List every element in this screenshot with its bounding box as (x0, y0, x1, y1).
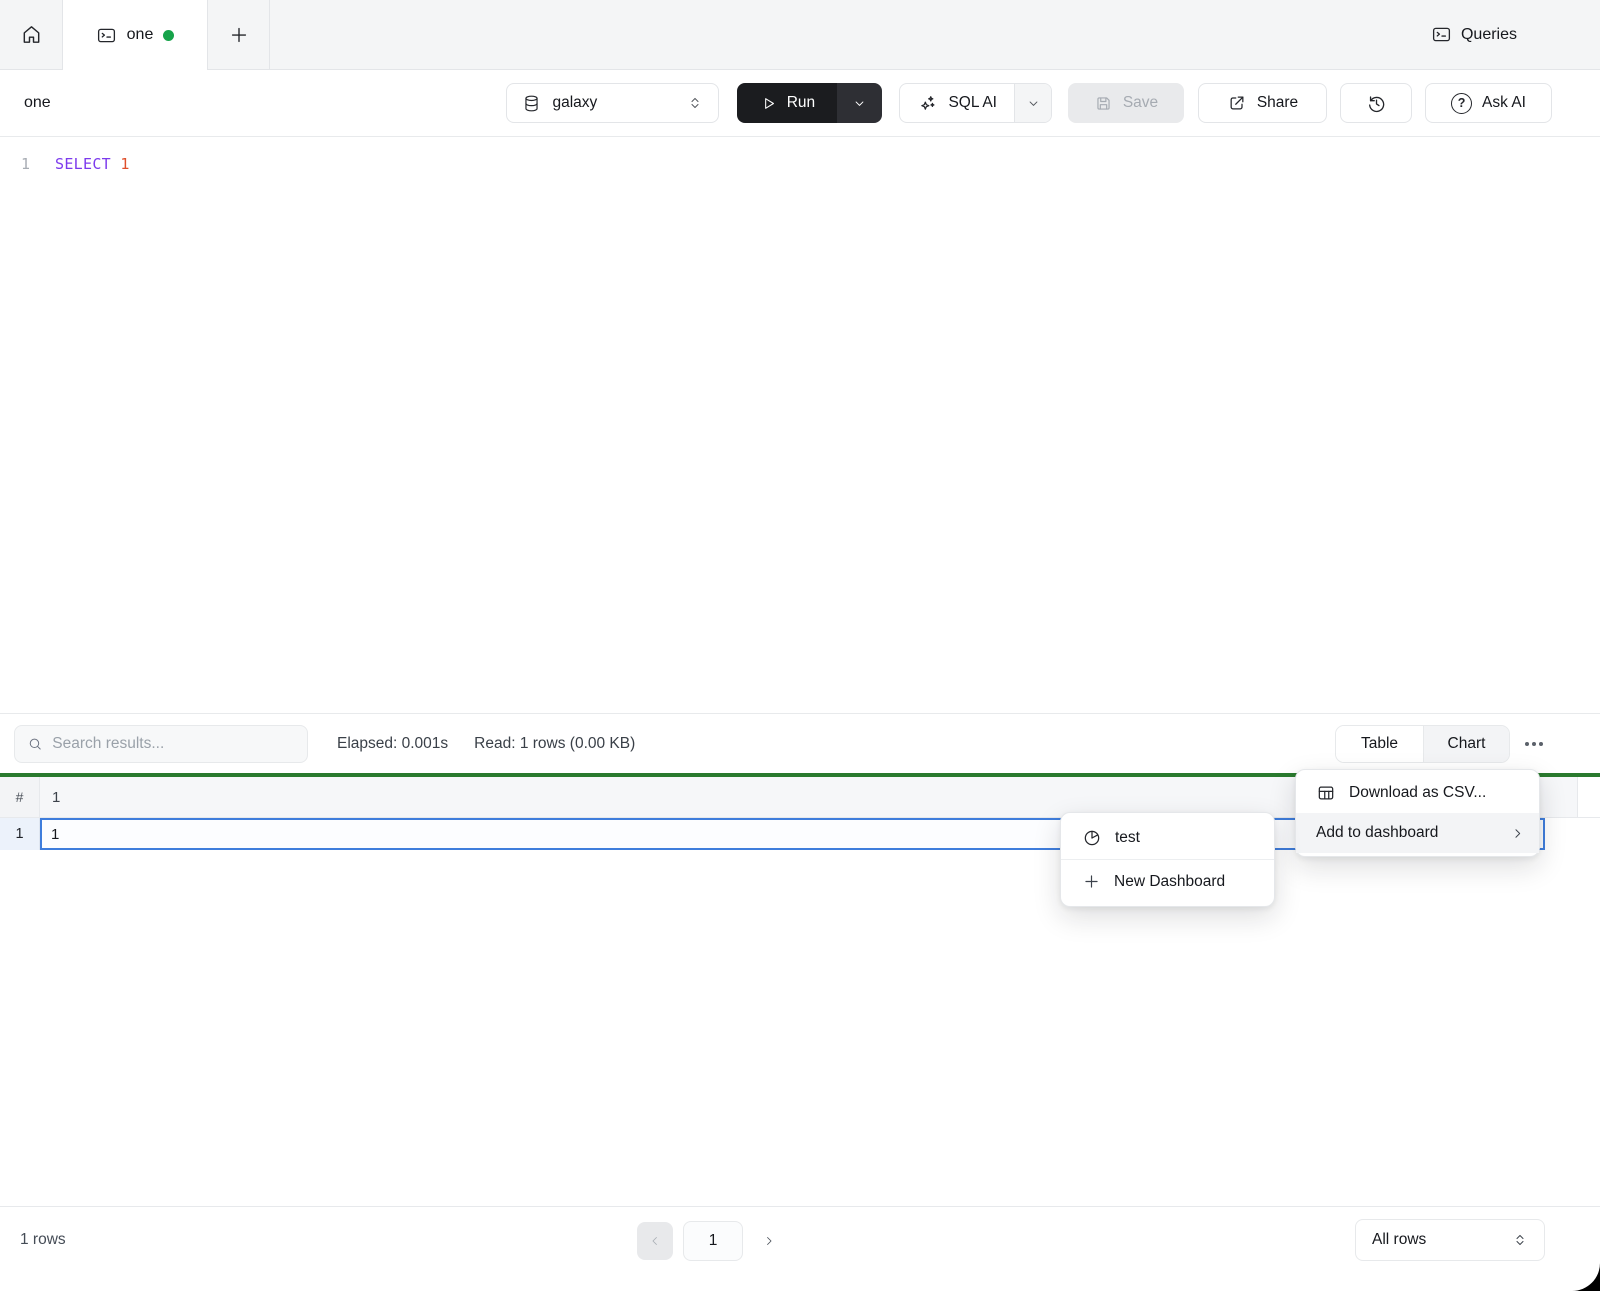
more-options-button[interactable] (1523, 736, 1545, 752)
submenu-item-new-dashboard[interactable]: New Dashboard (1061, 860, 1274, 903)
pie-chart-icon (1082, 828, 1102, 848)
share-label: Share (1257, 94, 1298, 112)
save-button[interactable]: Save (1068, 83, 1184, 123)
sql-ai-label: SQL AI (948, 94, 997, 112)
home-button[interactable] (0, 0, 63, 70)
search-results-box (14, 725, 308, 763)
grid-empty-area (0, 850, 1600, 1206)
tab-label: one (127, 26, 154, 44)
database-value: galaxy (552, 94, 676, 112)
run-split-button: Run (737, 83, 882, 123)
prev-page-button[interactable] (637, 1222, 673, 1260)
sparkles-icon (917, 93, 937, 113)
line-number: 1 (0, 155, 30, 173)
dashboard-submenu: test New Dashboard (1060, 812, 1275, 907)
question-circle-icon: ? (1451, 93, 1472, 114)
sql-ai-button[interactable]: SQL AI (900, 84, 1014, 122)
run-options-button[interactable] (837, 83, 882, 123)
menu-item-add-to-dashboard[interactable]: Add to dashboard (1296, 813, 1539, 853)
table-grid-icon (1316, 783, 1336, 803)
row-index-header: # (0, 777, 40, 817)
query-title: one (24, 94, 51, 112)
read-stat: Read: 1 rows (0.00 KB) (474, 735, 635, 753)
rows-count: 1 rows (20, 1231, 66, 1249)
submenu-item-label: New Dashboard (1114, 873, 1225, 891)
run-label: Run (787, 94, 815, 112)
search-results-input[interactable] (52, 735, 295, 753)
elapsed-stat: Elapsed: 0.001s (337, 735, 448, 753)
code-line: 1 SELECT 1 (0, 151, 1600, 177)
run-button[interactable]: Run (737, 83, 837, 123)
sql-console-app: one Queries one galaxy Run (0, 0, 1600, 1291)
ask-ai-button[interactable]: ? Ask AI (1425, 83, 1552, 123)
queries-button[interactable]: Queries (1431, 24, 1517, 45)
terminal-icon (1431, 24, 1452, 45)
terminal-icon (96, 25, 117, 46)
pagination: 1 (637, 1221, 785, 1261)
page-size-value: All rows (1372, 1231, 1512, 1249)
row-index-cell: 1 (0, 818, 40, 850)
sql-code: SELECT 1 (30, 155, 130, 173)
tab-bar-filler: Queries (270, 0, 1600, 70)
ellipsis-icon (1525, 742, 1529, 746)
current-page-button[interactable]: 1 (683, 1221, 743, 1261)
save-icon (1094, 94, 1113, 113)
sql-ai-split-button: SQL AI (899, 83, 1052, 123)
sql-ai-options-button[interactable] (1014, 84, 1051, 122)
chevron-right-icon (762, 1234, 776, 1248)
plus-icon (1082, 872, 1101, 891)
updown-chevron-icon (1512, 1232, 1528, 1248)
tab-chart-view[interactable]: Chart (1423, 726, 1509, 762)
results-footer: 1 rows 1 All rows (0, 1206, 1600, 1291)
search-icon (27, 735, 43, 753)
database-icon (522, 94, 541, 113)
new-tab-button[interactable] (208, 0, 270, 70)
menu-item-download-csv[interactable]: Download as CSV... (1296, 773, 1539, 813)
play-icon (760, 95, 777, 112)
tab-table-view[interactable]: Table (1336, 726, 1423, 762)
query-toolbar: one galaxy Run SQL AI (0, 70, 1600, 137)
unsaved-dot (163, 30, 174, 41)
chevron-down-icon (1026, 96, 1041, 111)
tab-bar: one Queries (0, 0, 1600, 70)
tab-one[interactable]: one (63, 0, 208, 70)
history-button[interactable] (1340, 83, 1412, 123)
ask-ai-label: Ask AI (1482, 94, 1526, 112)
updown-chevron-icon (687, 95, 703, 111)
chevron-down-icon (852, 96, 867, 111)
results-toolbar: Elapsed: 0.001s Read: 1 rows (0.00 KB) T… (0, 713, 1600, 773)
chevron-right-icon (1510, 826, 1525, 841)
menu-item-label: Add to dashboard (1316, 824, 1497, 842)
page-size-selector[interactable]: All rows (1355, 1219, 1545, 1261)
save-label: Save (1123, 94, 1158, 112)
next-page-button[interactable] (753, 1221, 785, 1261)
sql-editor[interactable]: 1 SELECT 1 (0, 137, 1600, 713)
submenu-item-test[interactable]: test (1061, 816, 1274, 859)
share-button[interactable]: Share (1198, 83, 1327, 123)
submenu-item-label: test (1115, 829, 1140, 847)
database-selector[interactable]: galaxy (506, 83, 719, 123)
view-toggle: Table Chart (1335, 725, 1510, 763)
history-icon (1366, 93, 1387, 114)
share-icon (1227, 93, 1247, 113)
results-context-menu: Download as CSV... Add to dashboard (1295, 769, 1540, 857)
chevron-left-icon (648, 1234, 662, 1248)
plus-icon (228, 24, 250, 46)
queries-label: Queries (1461, 26, 1517, 44)
sql-keyword: SELECT (55, 155, 111, 173)
menu-item-label: Download as CSV... (1349, 784, 1525, 802)
home-icon (20, 23, 43, 46)
grid-header-filler (1578, 777, 1600, 817)
sql-literal: 1 (120, 155, 129, 173)
